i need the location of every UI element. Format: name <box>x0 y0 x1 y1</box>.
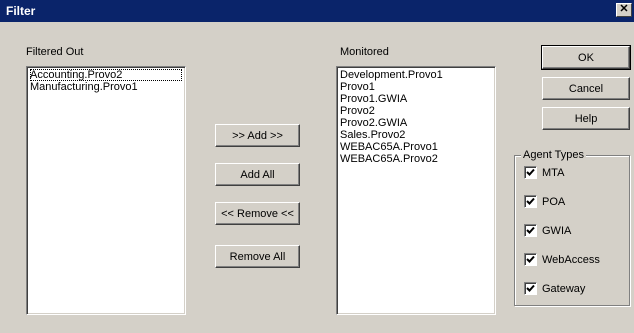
checkmark-icon <box>526 255 535 263</box>
gateway-checkbox[interactable] <box>524 282 537 295</box>
webaccess-checkbox-row[interactable]: WebAccess <box>524 253 600 266</box>
mta-checkbox[interactable] <box>524 166 537 179</box>
gateway-label: Gateway <box>542 282 586 295</box>
list-item[interactable]: Manufacturing.Provo1 <box>30 81 182 93</box>
list-item[interactable]: Sales.Provo2 <box>340 129 492 141</box>
checkmark-icon <box>526 168 535 176</box>
help-button[interactable]: Help <box>542 107 630 130</box>
close-button[interactable]: ✕ <box>616 3 632 17</box>
gwia-checkbox[interactable] <box>524 224 537 237</box>
webaccess-checkbox[interactable] <box>524 253 537 266</box>
add-all-button[interactable]: Add All <box>215 163 300 186</box>
list-item[interactable]: WEBAC65A.Provo1 <box>340 141 492 153</box>
list-item[interactable]: Provo2 <box>340 105 492 117</box>
close-icon: ✕ <box>619 3 629 15</box>
filtered-out-label: Filtered Out <box>26 46 84 58</box>
monitored-label: Monitored <box>340 46 389 58</box>
monitored-list[interactable]: Development.Provo1 Provo1 Provo1.GWIA Pr… <box>336 66 496 315</box>
list-item[interactable]: Accounting.Provo2 <box>30 69 182 81</box>
list-item[interactable]: Provo1.GWIA <box>340 93 492 105</box>
cancel-button[interactable]: Cancel <box>542 77 630 100</box>
title-bar: Filter ✕ <box>0 0 634 22</box>
list-item[interactable]: WEBAC65A.Provo2 <box>340 153 492 165</box>
remove-all-button[interactable]: Remove All <box>215 245 300 268</box>
list-item[interactable]: Development.Provo1 <box>340 69 492 81</box>
add-button[interactable]: >> Add >> <box>215 124 300 147</box>
list-item[interactable]: Provo1 <box>340 81 492 93</box>
ok-button[interactable]: OK <box>541 45 631 70</box>
checkmark-icon <box>526 197 535 205</box>
poa-checkbox[interactable] <box>524 195 537 208</box>
mta-label: MTA <box>542 166 565 179</box>
poa-checkbox-row[interactable]: POA <box>524 195 565 208</box>
webaccess-label: WebAccess <box>542 253 600 266</box>
gwia-label: GWIA <box>542 224 572 237</box>
filtered-out-list[interactable]: Accounting.Provo2 Manufacturing.Provo1 <box>26 66 186 315</box>
window-title: Filter <box>6 4 36 18</box>
gwia-checkbox-row[interactable]: GWIA <box>524 224 571 237</box>
checkmark-icon <box>526 284 535 292</box>
checkmark-icon <box>526 226 535 234</box>
gateway-checkbox-row[interactable]: Gateway <box>524 282 585 295</box>
mta-checkbox-row[interactable]: MTA <box>524 166 564 179</box>
poa-label: POA <box>542 195 566 208</box>
list-item[interactable]: Provo2.GWIA <box>340 117 492 129</box>
agent-types-label: Agent Types <box>521 149 586 161</box>
remove-button[interactable]: << Remove << <box>215 202 300 225</box>
